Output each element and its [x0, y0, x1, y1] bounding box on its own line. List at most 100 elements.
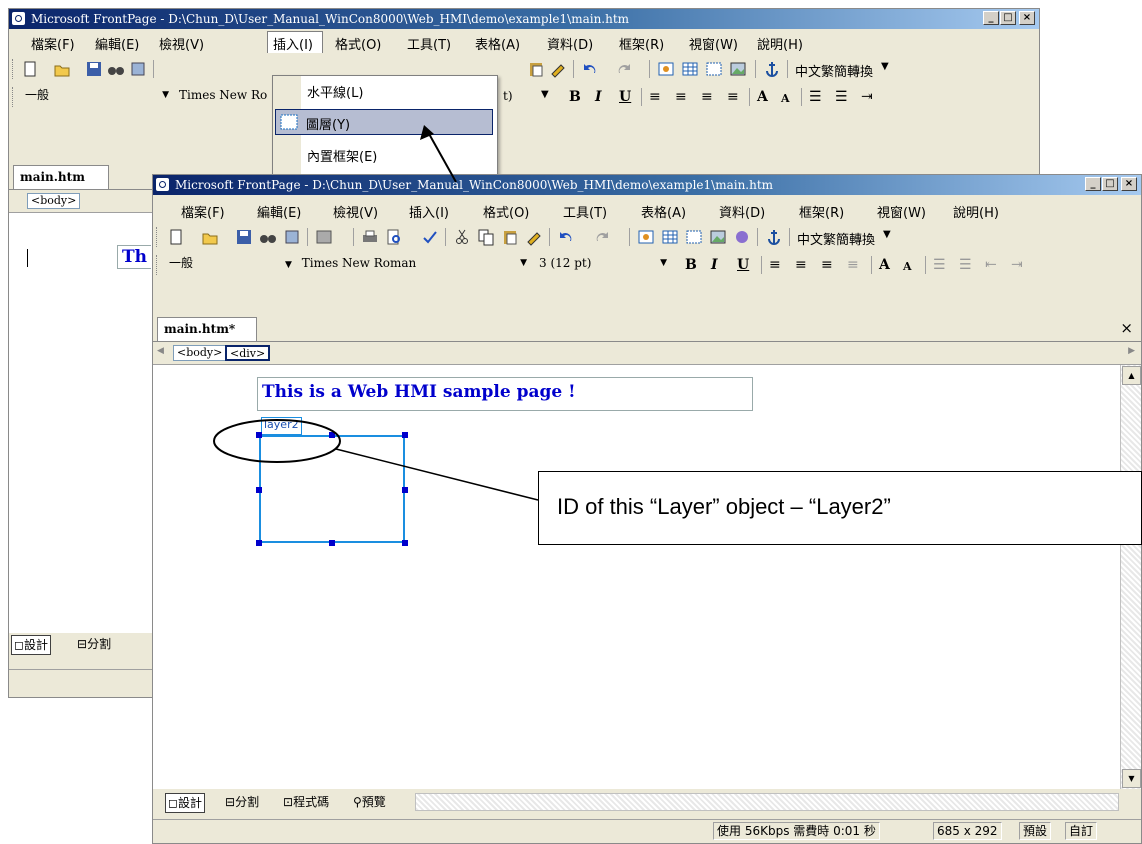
search-binoculars-icon[interactable]	[259, 228, 277, 246]
save-icon[interactable]	[85, 60, 103, 78]
resize-handle[interactable]	[256, 540, 262, 546]
scroll-down-button[interactable]: ▼	[1122, 769, 1141, 788]
close-button[interactable]: ×	[1121, 177, 1137, 191]
style-dropdown[interactable]: 一般	[165, 255, 277, 273]
menu-window[interactable]: 視窗(W)	[689, 34, 738, 53]
horizontal-scrollbar[interactable]	[415, 793, 1119, 811]
vertical-scrollbar[interactable]: ▲ ▼	[1120, 365, 1141, 789]
menu-format[interactable]: 格式(O)	[335, 34, 381, 53]
close-document-icon[interactable]: ×	[1120, 319, 1133, 337]
resize-handle[interactable]	[402, 432, 408, 438]
convert-chinese-button[interactable]: 中文繁簡轉換	[797, 229, 875, 248]
code-view-tab[interactable]: ⊡程式碼	[281, 793, 331, 811]
chevron-down-icon[interactable]: ▼	[520, 255, 527, 271]
save-icon[interactable]	[235, 228, 253, 246]
italic-button[interactable]: I	[711, 257, 718, 273]
insert-table-icon[interactable]	[661, 228, 679, 246]
maximize-button[interactable]: □	[1000, 11, 1016, 25]
menu-frames[interactable]: 框架(R)	[619, 34, 664, 53]
crumb-div[interactable]: <div>	[225, 345, 271, 361]
menu-tools[interactable]: 工具(T)	[407, 34, 451, 53]
bulleted-list-icon[interactable]: ☰	[835, 89, 848, 105]
chevron-left-icon[interactable]: ◀	[157, 346, 164, 356]
undo-icon[interactable]	[581, 60, 599, 78]
search-binoculars-icon[interactable]	[107, 60, 125, 78]
size-dropdown[interactable]: 3 (12 pt) ▼	[535, 255, 669, 273]
menu-view[interactable]: 檢視(V)	[159, 34, 204, 53]
decrease-font-icon[interactable]: A	[903, 260, 912, 273]
tab-main-htm[interactable]: main.htm	[13, 165, 109, 189]
chevron-right-icon[interactable]: ▶	[1128, 346, 1135, 356]
redo-icon[interactable]	[615, 60, 633, 78]
chevron-down-icon[interactable]: ▼	[881, 61, 889, 72]
resize-handle[interactable]	[402, 487, 408, 493]
resize-handle[interactable]	[256, 487, 262, 493]
insert-picture-icon[interactable]	[709, 228, 727, 246]
paste-icon[interactable]	[501, 228, 519, 246]
insert-table-icon[interactable]	[681, 60, 699, 78]
front-title-bar[interactable]: Microsoft FrontPage - D:\Chun_D\User_Man…	[153, 175, 1141, 195]
copy-icon[interactable]	[477, 228, 495, 246]
menu-data[interactable]: 資料(D)	[719, 202, 765, 221]
scroll-up-button[interactable]: ▲	[1122, 366, 1141, 385]
redo-icon[interactable]	[593, 228, 611, 246]
menu-insert[interactable]: 插入(I)	[409, 202, 449, 221]
publish-icon[interactable]	[129, 60, 147, 78]
split-view-tab[interactable]: ⊟分割	[223, 793, 261, 811]
increase-font-icon[interactable]: A	[879, 257, 890, 273]
menu-table[interactable]: 表格(A)	[641, 202, 686, 221]
tab-main-htm[interactable]: main.htm*	[157, 317, 257, 341]
insert-layer-icon[interactable]	[705, 60, 723, 78]
menu-help[interactable]: 說明(H)	[953, 202, 999, 221]
align-right-icon[interactable]: ≡	[821, 257, 833, 273]
format-painter-icon[interactable]	[525, 228, 543, 246]
chevron-down-icon[interactable]: ▼	[162, 87, 169, 103]
paste-icon[interactable]	[527, 60, 545, 78]
menu-edit[interactable]: 編輯(E)	[257, 202, 301, 221]
menu-edit[interactable]: 編輯(E)	[95, 34, 139, 53]
design-view-tab[interactable]: ◻設計	[165, 793, 205, 813]
toolbar-grip[interactable]	[156, 255, 160, 275]
back-title-bar[interactable]: Microsoft FrontPage - D:\Chun_D\User_Man…	[9, 9, 1039, 29]
menu-insert[interactable]: 插入(I)	[273, 34, 313, 53]
menu-item-layer[interactable]: 圖層(Y)	[275, 109, 493, 135]
chevron-down-icon[interactable]: ▼	[883, 229, 891, 240]
bookmark-anchor-icon[interactable]	[765, 228, 783, 246]
menu-file[interactable]: 檔案(F)	[31, 34, 75, 53]
underline-button[interactable]: U	[737, 257, 749, 273]
chevron-down-icon[interactable]: ▼	[660, 255, 667, 271]
increase-font-icon[interactable]: A	[757, 89, 768, 105]
web-component-icon[interactable]	[637, 228, 655, 246]
status-preset[interactable]: 預設	[1019, 822, 1052, 840]
menu-table[interactable]: 表格(A)	[475, 34, 520, 53]
menu-file[interactable]: 檔案(F)	[181, 202, 225, 221]
publish-icon[interactable]	[283, 228, 301, 246]
new-page-icon[interactable]	[21, 60, 39, 78]
status-custom[interactable]: 自訂	[1065, 822, 1098, 840]
align-center-icon[interactable]: ≡	[675, 89, 687, 105]
bold-button[interactable]: B	[569, 89, 581, 105]
insert-layer-icon[interactable]	[685, 228, 703, 246]
spelling-icon[interactable]	[421, 228, 439, 246]
print-preview-icon[interactable]	[385, 228, 403, 246]
font-dropdown[interactable]: ▼ Times New Roman ▼	[281, 255, 529, 273]
web-component-icon[interactable]	[657, 60, 675, 78]
new-page-icon[interactable]	[167, 228, 185, 246]
justify-icon[interactable]: ≡	[727, 89, 739, 105]
layer2-box[interactable]	[256, 432, 408, 546]
web-view-icon[interactable]	[315, 228, 333, 246]
menu-window[interactable]: 視窗(W)	[877, 202, 926, 221]
font-dropdown[interactable]: Times New Ro	[175, 87, 275, 105]
close-button[interactable]: ×	[1019, 11, 1035, 25]
drawing-icon[interactable]	[733, 228, 751, 246]
align-right-icon[interactable]: ≡	[701, 89, 713, 105]
bold-button[interactable]: B	[685, 257, 697, 273]
page-text-box[interactable]: This is a Web HMI sample page !	[257, 377, 753, 411]
convert-chinese-button[interactable]: 中文繁簡轉換	[795, 61, 873, 80]
design-view-tab[interactable]: ◻設計	[11, 635, 51, 655]
bookmark-anchor-icon[interactable]	[763, 60, 781, 78]
decrease-indent-icon[interactable]: ⇤	[985, 257, 997, 273]
underline-button[interactable]: U	[619, 89, 631, 105]
open-folder-icon[interactable]	[53, 60, 71, 78]
cut-icon[interactable]	[453, 228, 471, 246]
